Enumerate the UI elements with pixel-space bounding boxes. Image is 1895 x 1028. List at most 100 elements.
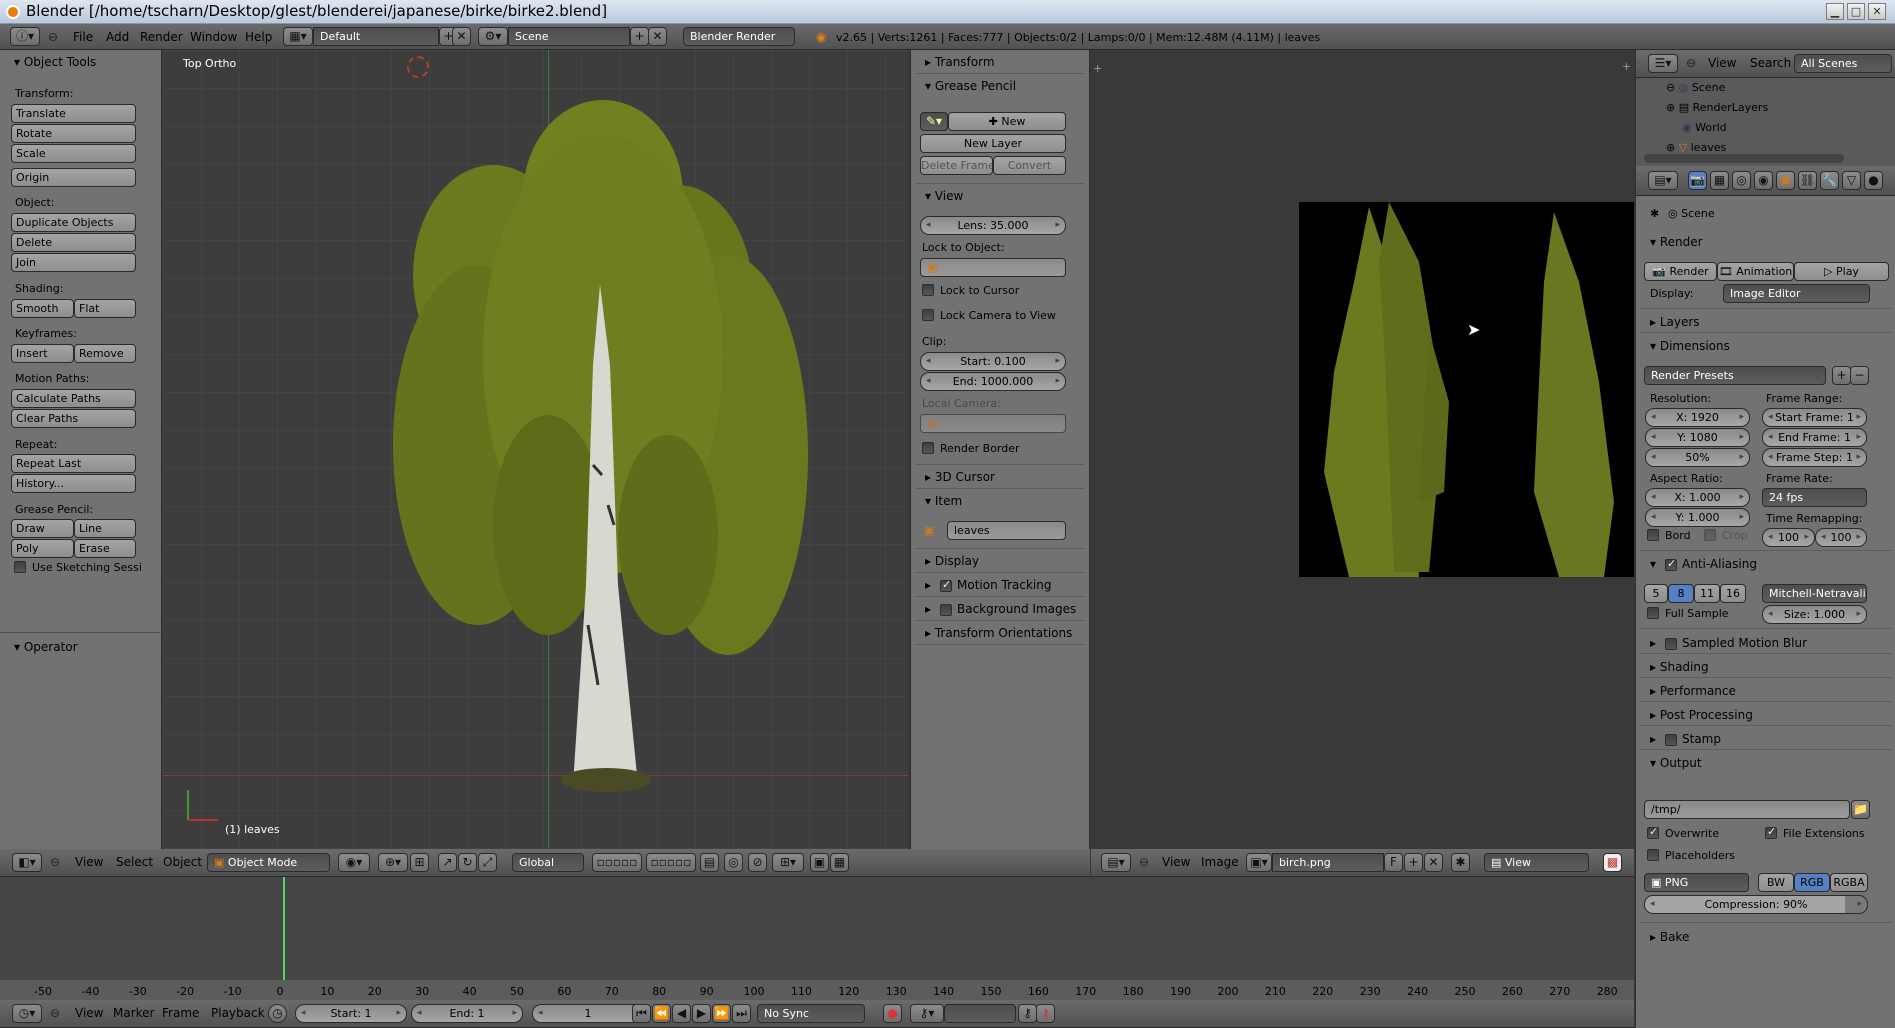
aa-filter-select[interactable]: Mitchell-Netravali xyxy=(1762,584,1867,603)
motion-blur-checkbox[interactable] xyxy=(1665,638,1677,650)
timeline-ruler[interactable] xyxy=(0,980,1634,1000)
join-button[interactable]: Join xyxy=(11,253,136,272)
shading-panel-header[interactable]: ▸ Shading xyxy=(1650,660,1709,674)
region-plus-icon[interactable]: + xyxy=(1093,62,1102,75)
scene-field[interactable]: Scene xyxy=(508,27,630,46)
time-old-field[interactable]: 100 xyxy=(1762,528,1815,547)
flat-button[interactable]: Flat xyxy=(74,299,136,318)
new-layer-button[interactable]: New Layer xyxy=(920,134,1066,153)
aa-size-field[interactable]: Size: 1.000 xyxy=(1762,605,1867,624)
outliner-item-leaves[interactable]: ⊕ ▽ leaves xyxy=(1666,141,1726,154)
sync-select[interactable]: No Sync xyxy=(757,1004,865,1023)
clip-start-field[interactable]: Start: 0.100 xyxy=(920,352,1066,371)
3d-cursor-icon[interactable] xyxy=(407,56,429,78)
collapse-menu-icon[interactable]: ⊖ xyxy=(50,1006,60,1020)
editor-type-outliner-icon[interactable]: ☰▾ xyxy=(1648,54,1678,73)
performance-panel-header[interactable]: ▸ Performance xyxy=(1650,684,1736,698)
operator-header[interactable]: ▾ Operator xyxy=(14,640,78,654)
rotate-button[interactable]: Rotate xyxy=(11,124,136,143)
collapse-menu-icon[interactable]: ⊖ xyxy=(48,30,58,44)
outliner-item-scene[interactable]: ⊖ ◎ Scene xyxy=(1666,81,1725,94)
outliner-item-world[interactable]: ◉ World xyxy=(1682,121,1727,134)
remove-layout-icon[interactable]: ✕ xyxy=(452,27,471,46)
stamp-panel-header[interactable]: ▸ xyxy=(1650,732,1656,746)
res-x-field[interactable]: X: 1920 xyxy=(1645,408,1750,427)
play-button[interactable]: ▷ Play xyxy=(1794,262,1889,281)
render-layers-context-icon[interactable]: ▦ xyxy=(1710,171,1729,190)
view-mode-select[interactable]: ▤ View xyxy=(1484,853,1589,872)
folder-icon[interactable]: 📁 xyxy=(1851,800,1870,819)
lock-to-cursor-checkbox[interactable] xyxy=(922,284,934,296)
grease-pencil-panel-header[interactable]: ▾ Grease Pencil xyxy=(925,79,1016,93)
opengl-render-icon[interactable]: ▣ xyxy=(810,853,829,872)
render-border-checkbox[interactable] xyxy=(922,442,934,454)
aa-samples-8[interactable]: 8 xyxy=(1668,584,1694,603)
collapse-menu-icon[interactable]: ⊖ xyxy=(1686,56,1696,70)
compression-slider[interactable]: Compression: 90% xyxy=(1644,895,1868,914)
play-icon[interactable]: ▶ xyxy=(692,1004,711,1023)
object-context-icon[interactable]: ▣ xyxy=(1776,171,1795,190)
output-panel-header[interactable]: ▾ Output xyxy=(1650,756,1702,770)
menu-view[interactable]: View xyxy=(1162,855,1190,869)
editor-type-image-icon[interactable]: ▤▾ xyxy=(1101,853,1131,872)
render-context-icon[interactable]: 📷 xyxy=(1688,171,1707,190)
menu-object[interactable]: Object xyxy=(163,855,202,869)
display-channels-icon[interactable]: ▩ xyxy=(1603,853,1622,872)
transform-panel-header[interactable]: ▸ Transform xyxy=(925,55,995,69)
history-button[interactable]: History... xyxy=(11,474,136,493)
anti-aliasing-checkbox[interactable] xyxy=(1665,557,1677,571)
collapse-menu-icon[interactable]: ⊖ xyxy=(50,855,60,869)
record-icon[interactable]: ● xyxy=(883,1004,902,1023)
manipulator-icon[interactable]: ⊞ xyxy=(410,853,429,872)
display-panel-header[interactable]: ▸ Display xyxy=(925,554,979,568)
menu-file[interactable]: File xyxy=(73,30,93,44)
aa-samples-16[interactable]: 16 xyxy=(1720,584,1746,603)
keying-set-icon[interactable]: ⚷▾ xyxy=(910,1004,944,1023)
maximize-button[interactable]: □ xyxy=(1847,3,1865,20)
render-engine-select[interactable]: Blender Render xyxy=(683,27,795,46)
layers-panel-header[interactable]: ▸ Layers xyxy=(1650,315,1700,329)
grease-pencil-icon[interactable]: ✎▾ xyxy=(920,112,948,131)
close-button[interactable]: ✕ xyxy=(1868,3,1886,20)
current-frame-field[interactable]: 1 xyxy=(532,1004,644,1023)
scale-manipulator-icon[interactable]: ⤢ xyxy=(478,853,497,872)
editor-type-3d-icon[interactable]: ◧▾ xyxy=(12,853,42,872)
render-presets-select[interactable]: Render Presets xyxy=(1644,366,1826,385)
orientation-select[interactable]: Global xyxy=(512,853,584,872)
add-scene-icon[interactable]: + xyxy=(630,27,649,46)
3d-cursor-panel-header[interactable]: ▸ 3D Cursor xyxy=(925,470,995,484)
menu-view[interactable]: View xyxy=(75,1006,103,1020)
gp-draw-button[interactable]: Draw xyxy=(11,519,74,538)
view-panel-header[interactable]: ▾ View xyxy=(925,189,963,203)
item-name-field[interactable]: leaves xyxy=(947,521,1066,540)
mode-select[interactable]: ▣ Object Mode xyxy=(207,853,330,872)
item-panel-header[interactable]: ▾ Item xyxy=(925,494,962,508)
layers-grid-2[interactable]: ▫▫▫▫▫ xyxy=(646,853,696,872)
outliner-item-renderlayers[interactable]: ⊕ ▤ RenderLayers xyxy=(1666,101,1768,114)
bake-panel-header[interactable]: ▸ Bake xyxy=(1650,930,1689,944)
start-frame-field[interactable]: Start Frame: 1 xyxy=(1762,408,1867,427)
delete-frame-button[interactable]: Delete Frame xyxy=(920,156,993,175)
menu-view[interactable]: View xyxy=(1708,56,1736,70)
menu-view[interactable]: View xyxy=(75,855,103,869)
preview-range-icon[interactable]: ◷ xyxy=(268,1004,287,1023)
motion-tracking-checkbox[interactable] xyxy=(940,578,952,592)
res-percentage-field[interactable]: 50% xyxy=(1645,448,1750,467)
color-bw-button[interactable]: BW xyxy=(1758,873,1794,892)
menu-search[interactable]: Search xyxy=(1750,56,1791,70)
file-format-select[interactable]: ▣ PNG xyxy=(1644,873,1749,892)
editor-type-timeline-icon[interactable]: ◷▾ xyxy=(12,1004,42,1023)
material-context-icon[interactable]: ● xyxy=(1864,171,1883,190)
lens-field[interactable]: Lens: 35.000 xyxy=(920,216,1066,235)
jump-start-icon[interactable]: ⏮ xyxy=(632,1004,651,1023)
menu-window[interactable]: Window xyxy=(190,30,237,44)
post-processing-panel-header[interactable]: ▸ Post Processing xyxy=(1650,708,1753,722)
lock-camera-checkbox[interactable] xyxy=(922,309,934,321)
opengl-anim-icon[interactable]: ▦ xyxy=(830,853,849,872)
menu-playback[interactable]: Playback xyxy=(211,1006,265,1020)
gp-poly-button[interactable]: Poly xyxy=(11,539,74,558)
outliner-filter-select[interactable]: All Scenes xyxy=(1794,54,1892,73)
transform-orientations-panel-header[interactable]: ▸ Transform Orientations xyxy=(925,626,1072,640)
aa-samples-5[interactable]: 5 xyxy=(1644,584,1668,603)
gp-line-button[interactable]: Line xyxy=(74,519,136,538)
